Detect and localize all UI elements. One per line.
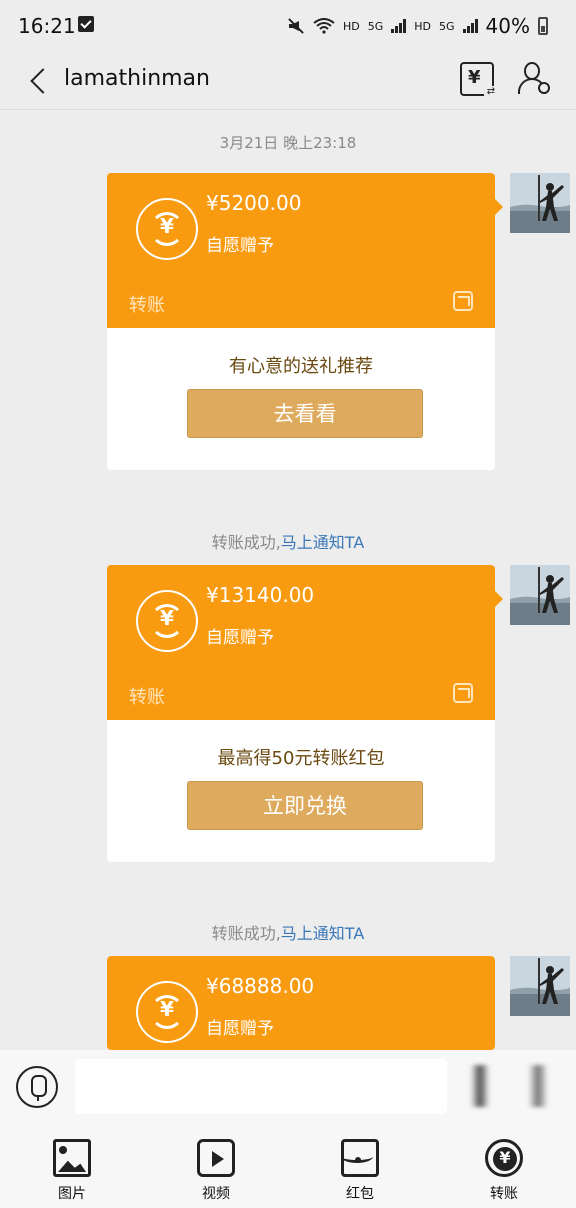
wifi-icon (313, 18, 335, 34)
chat-header: lamathinman ¥ ⇄ (0, 54, 576, 110)
signal-bars-icon (391, 19, 407, 33)
transfer-card-header[interactable]: ¥ ¥5200.00 自愿赠予 转账 (107, 173, 503, 328)
image-icon (53, 1139, 91, 1177)
message-input-bar (0, 1050, 576, 1125)
transfer-icon: ¥ (485, 1139, 523, 1177)
chat-title: lamathinman (64, 66, 210, 91)
transfer-success-note: 转账成功,马上通知TA (211, 924, 365, 943)
more-options-icon[interactable] (528, 1065, 548, 1107)
transfer-card[interactable]: ¥ ¥68888.00 自愿赠予 (107, 956, 495, 1050)
redeem-now-button[interactable]: 立即兑换 (187, 781, 423, 830)
alipay-icon (453, 683, 473, 703)
sender-avatar[interactable] (510, 956, 570, 1016)
notify-link[interactable]: 马上通知TA (281, 924, 364, 943)
transfer-remark: 自愿赠予 (206, 628, 274, 648)
toolbar-item-image[interactable]: 图片 (27, 1139, 117, 1203)
message-input[interactable] (75, 1059, 447, 1114)
message-timestamp: 3月21日 晚上23:18 (219, 134, 357, 152)
red-packet-icon (341, 1139, 379, 1177)
voice-input-icon[interactable] (16, 1066, 58, 1108)
sender-avatar[interactable] (510, 565, 570, 625)
signal-bars-icon-2 (462, 19, 478, 33)
emoji-icon[interactable] (470, 1065, 490, 1107)
toolbar-item-label: 图片 (58, 1186, 86, 1202)
transfer-amount: ¥68888.00 (206, 974, 315, 998)
alipay-icon (453, 291, 473, 311)
transfer-label: 转账 (129, 295, 165, 316)
sender-avatar[interactable] (510, 173, 570, 233)
transfer-card[interactable]: ¥ ¥13140.00 自愿赠予 转账 最高得50元转账红包 立即兑换 (107, 565, 503, 862)
battery-icon (538, 17, 548, 35)
checkbox-notification-icon (78, 16, 94, 32)
transfer-card[interactable]: ¥ ¥5200.00 自愿赠予 转账 有心意的送礼推荐 去看看 (107, 173, 503, 470)
transfer-record-icon[interactable]: ¥ ⇄ (460, 62, 498, 98)
transfer-remark: 自愿赠予 (206, 236, 274, 256)
toolbar-item-video[interactable]: 视频 (171, 1139, 261, 1203)
transfer-card-header[interactable]: ¥ ¥68888.00 自愿赠予 (107, 956, 495, 1050)
promo-text: 最高得50元转账红包 (217, 748, 385, 769)
battery-percent: 40% (485, 14, 530, 38)
signal-2-label: 5G (439, 19, 455, 33)
transfer-coin-icon: ¥ (136, 198, 198, 260)
status-time: 16:21 (18, 14, 76, 38)
transfer-success-note: 转账成功,马上通知TA (211, 533, 365, 552)
promo-text: 有心意的送礼推荐 (229, 356, 373, 377)
transfer-amount: ¥5200.00 (206, 191, 302, 215)
toolbar-item-label: 转账 (490, 1186, 518, 1202)
bottom-toolbar: 图片 视频 红包 ¥ 转账 (0, 1125, 576, 1208)
transfer-remark: 自愿赠予 (206, 1019, 274, 1039)
back-arrow-icon[interactable] (26, 68, 50, 96)
signal-1-label: 5G (367, 19, 384, 33)
video-icon (197, 1139, 235, 1177)
transfer-coin-icon: ¥ (136, 981, 198, 1043)
transfer-label: 转账 (129, 687, 165, 708)
toolbar-item-label: 红包 (346, 1186, 374, 1202)
notify-link[interactable]: 马上通知TA (281, 533, 364, 552)
transfer-promo-section: 最高得50元转账红包 立即兑换 (107, 720, 495, 862)
mute-icon (287, 17, 305, 35)
transfer-promo-section: 有心意的送礼推荐 去看看 (107, 328, 495, 470)
transfer-amount: ¥13140.00 (206, 583, 315, 607)
network-hd-label: HD (342, 19, 360, 33)
network-hd-label-2: HD (414, 19, 432, 33)
transfer-coin-icon: ¥ (136, 590, 198, 652)
profile-settings-icon[interactable] (516, 60, 552, 98)
toolbar-item-label: 视频 (202, 1186, 230, 1202)
status-bar: 16:21 HD 5G HD 5G 40% (0, 0, 576, 54)
toolbar-item-transfer[interactable]: ¥ 转账 (459, 1139, 549, 1203)
toolbar-item-red-packet[interactable]: 红包 (315, 1139, 405, 1203)
view-gifts-button[interactable]: 去看看 (187, 389, 423, 438)
transfer-card-header[interactable]: ¥ ¥13140.00 自愿赠予 转账 (107, 565, 503, 720)
status-indicators: HD 5G HD 5G 40% (287, 14, 548, 38)
